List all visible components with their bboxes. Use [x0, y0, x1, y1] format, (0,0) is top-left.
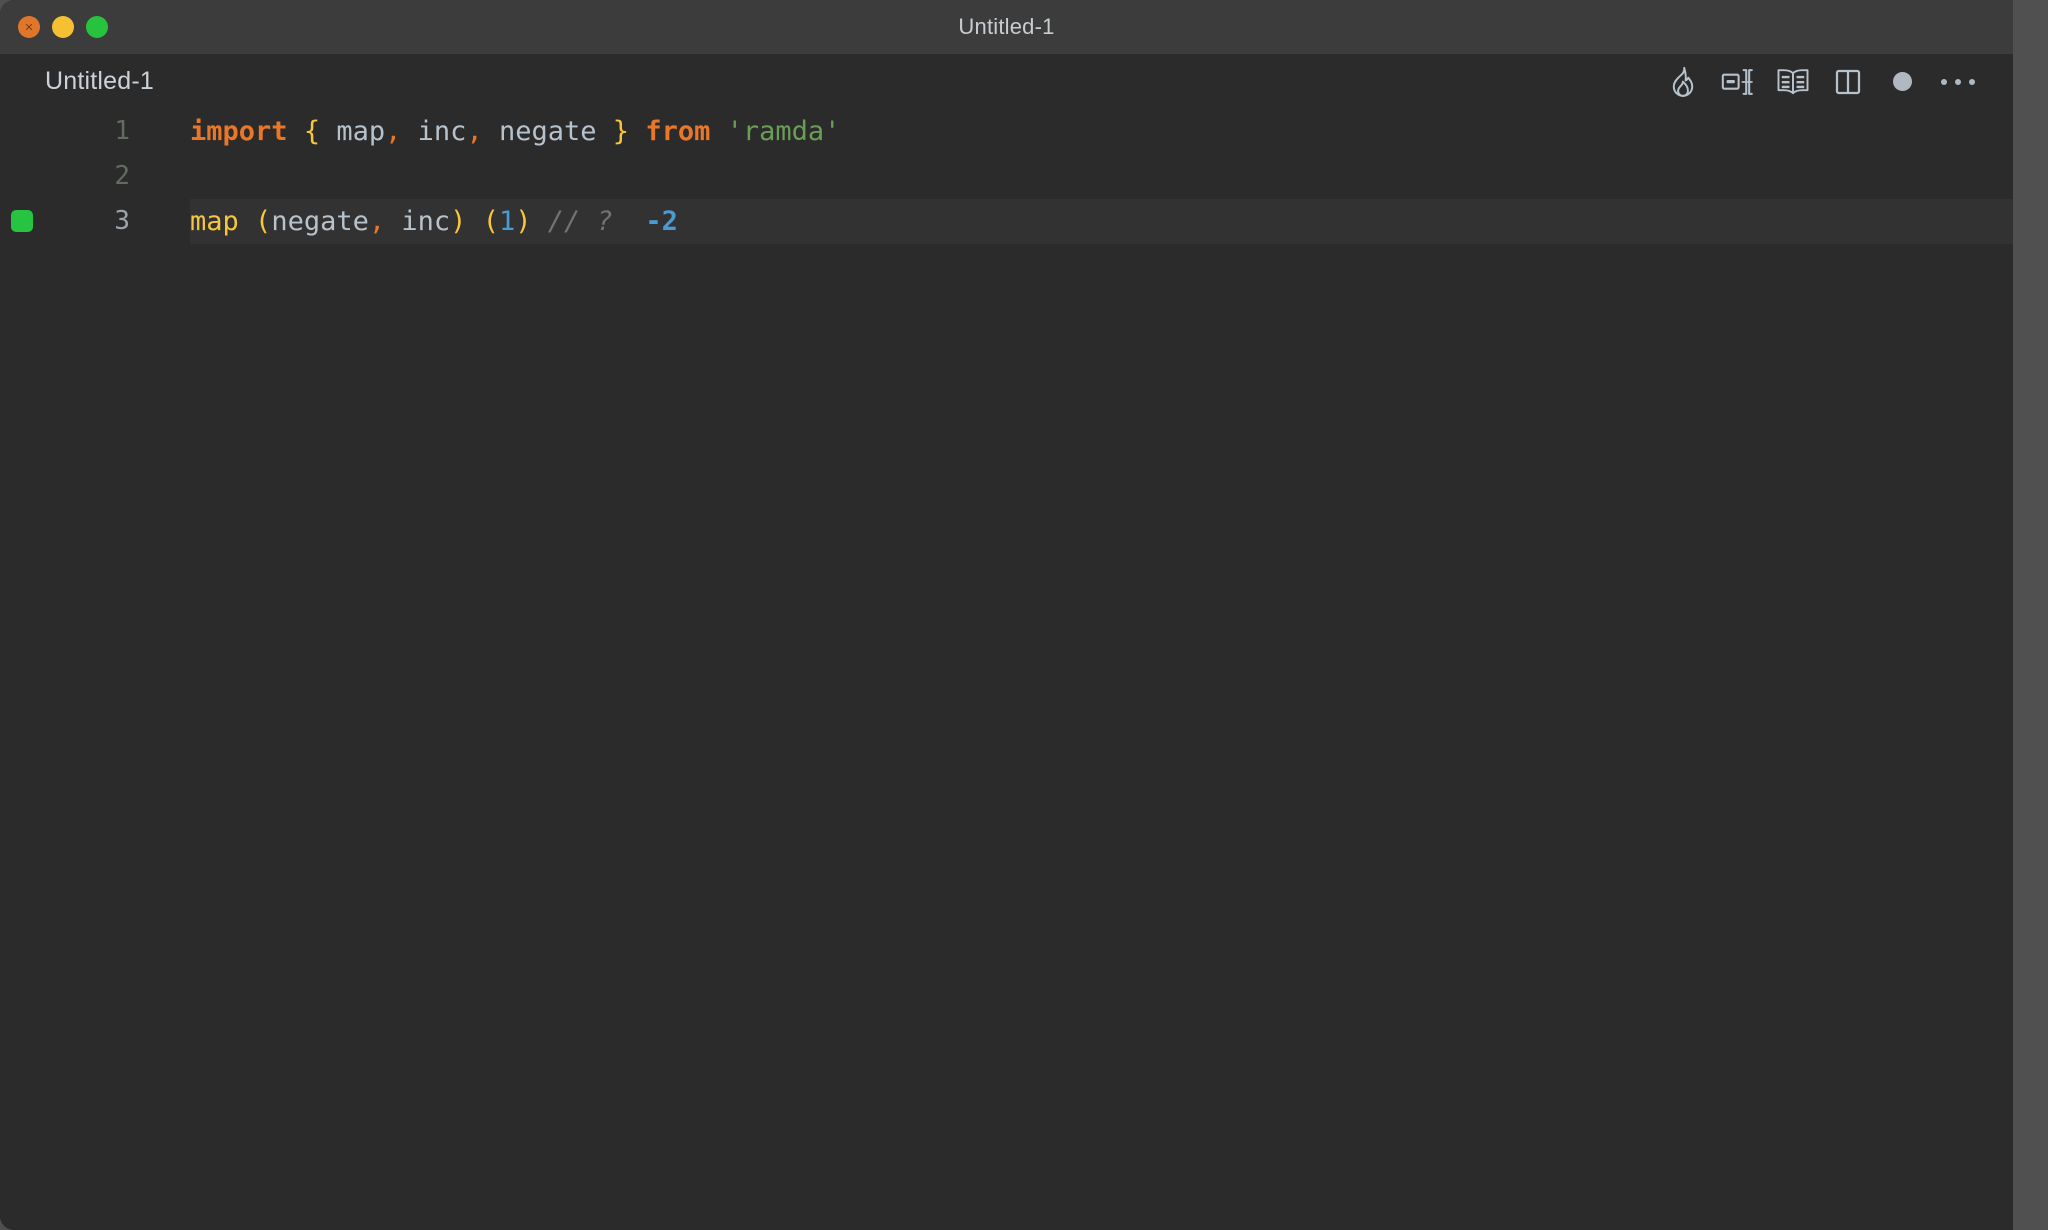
- token: import: [190, 116, 288, 147]
- line-number-1: 1: [114, 116, 130, 146]
- window-titlebar[interactable]: Untitled-1: [0, 0, 2013, 54]
- ellipsis-icon: [1940, 78, 1975, 85]
- split-snippet-icon[interactable]: [1710, 59, 1765, 105]
- minimize-window-button[interactable]: [52, 16, 74, 38]
- quokka-value-placeholder: ?: [596, 206, 613, 237]
- window-title: Untitled-1: [958, 14, 1055, 39]
- app-window: Untitled-1 Untitled-1 1 import {map, in…: [0, 0, 2013, 1230]
- editor-toolbar: [1655, 59, 1985, 105]
- unsaved-dot-indicator[interactable]: [1875, 59, 1930, 105]
- traffic-light-group: [18, 16, 108, 38]
- more-actions-ellipsis[interactable]: [1930, 59, 1985, 105]
- line-number-2: 2: [114, 161, 130, 191]
- quokka-flame-icon[interactable]: [1655, 59, 1710, 105]
- close-window-button[interactable]: [18, 16, 40, 38]
- maximize-window-button[interactable]: [86, 16, 108, 38]
- code-line-3-text: map (negate, inc) (1) // ? -2: [190, 206, 678, 237]
- line-number-3: 3: [114, 206, 130, 236]
- unsaved-dot: [1893, 72, 1912, 91]
- code-editor[interactable]: 1 import { map, inc, negate } from 'ramd…: [0, 109, 2013, 1230]
- code-line-2[interactable]: 2: [0, 154, 2013, 199]
- code-line-3[interactable]: 3 map (negate, inc) (1) // ? -2: [0, 199, 2013, 244]
- code-line-1-text: import { map, inc, negate } from 'ramda': [190, 116, 841, 147]
- split-editor-icon[interactable]: [1820, 59, 1875, 105]
- code-line-1[interactable]: 1 import { map, inc, negate } from 'ramd…: [0, 109, 2013, 154]
- editor-tabbar: Untitled-1: [0, 54, 2013, 109]
- tab-untitled-1[interactable]: Untitled-1: [45, 67, 154, 96]
- quokka-inline-result: -2: [645, 206, 678, 237]
- open-book-icon[interactable]: [1765, 59, 1820, 105]
